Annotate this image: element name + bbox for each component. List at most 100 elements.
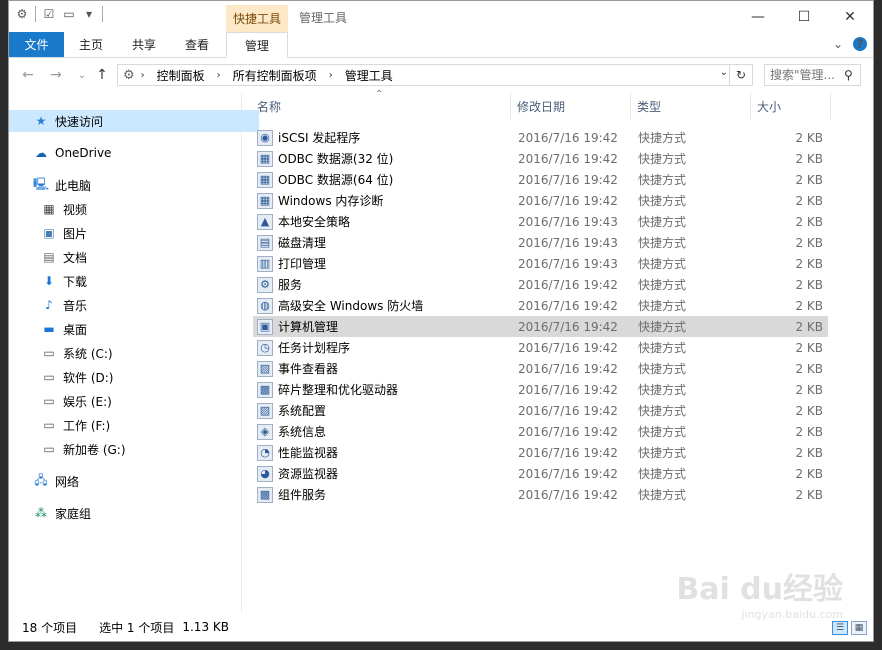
file-name: Windows 内存诊断 xyxy=(278,194,384,208)
column-header-name[interactable]: 名称 xyxy=(257,93,281,119)
file-row[interactable]: ▦ Windows 内存诊断 2016/7/16 19:42 快捷方式 2 KB xyxy=(253,190,828,211)
file-row[interactable]: ▣ 计算机管理 2016/7/16 19:42 快捷方式 2 KB xyxy=(253,316,828,337)
file-row[interactable]: ◈ 系统信息 2016/7/16 19:42 快捷方式 2 KB xyxy=(253,421,828,442)
large-icons-view-icon[interactable]: ▦ xyxy=(851,621,867,635)
file-name-cell: ▦ ODBC 数据源(32 位) xyxy=(257,148,393,169)
expand-ribbon-icon[interactable]: ⌄ xyxy=(833,37,843,51)
file-date: 2016/7/16 19:43 xyxy=(518,256,618,271)
search-icon[interactable]: ⚲ xyxy=(844,68,853,82)
file-row[interactable]: ◔ 性能监视器 2016/7/16 19:42 快捷方式 2 KB xyxy=(253,442,828,463)
tab-share[interactable]: 共享 xyxy=(118,32,170,57)
properties-icon[interactable]: ⚙ xyxy=(15,6,29,22)
file-size: 2 KB xyxy=(795,130,823,145)
new-folder-icon[interactable]: ▭ xyxy=(62,6,76,22)
close-icon[interactable]: ✕ xyxy=(827,1,873,32)
file-date: 2016/7/16 19:42 xyxy=(518,445,618,460)
nav-item-homegroup[interactable]: ⁂ 家庭组 xyxy=(9,502,259,524)
nav-item-quick-access[interactable]: ★ 快速访问 xyxy=(9,110,259,132)
nav-item-label: 家庭组 xyxy=(55,506,92,521)
help-icon[interactable]: ? xyxy=(853,37,867,51)
file-row[interactable]: ◷ 任务计划程序 2016/7/16 19:42 快捷方式 2 KB xyxy=(253,337,828,358)
tab-home[interactable]: 主页 xyxy=(65,32,117,57)
nav-item-label: 工作 (F:) xyxy=(63,418,111,433)
file-name: 系统配置 xyxy=(278,404,327,418)
nav-item-pictures[interactable]: ▣ 图片 xyxy=(9,222,267,244)
details-view-icon[interactable]: ☰ xyxy=(832,621,848,635)
file-size: 2 KB xyxy=(795,319,823,334)
search-input[interactable] xyxy=(765,67,844,83)
minimize-icon[interactable]: — xyxy=(735,1,781,32)
search-box[interactable]: ⚲ xyxy=(764,64,861,86)
file-name-cell: ▦ ODBC 数据源(64 位) xyxy=(257,169,393,190)
file-row[interactable]: ▨ 系统配置 2016/7/16 19:42 快捷方式 2 KB xyxy=(253,400,828,421)
file-size: 2 KB xyxy=(795,298,823,313)
file-row[interactable]: ◕ 资源监视器 2016/7/16 19:42 快捷方式 2 KB xyxy=(253,463,828,484)
column-header-size[interactable]: 大小 xyxy=(757,93,781,119)
address-dropdown-icon[interactable]: ⌄ xyxy=(720,67,728,78)
column-separator[interactable] xyxy=(630,93,631,119)
file-row[interactable]: ▦ ODBC 数据源(64 位) 2016/7/16 19:42 快捷方式 2 KB xyxy=(253,169,828,190)
nav-item-drive-e[interactable]: ▭ 娱乐 (E:) xyxy=(9,390,267,412)
file-type: 快捷方式 xyxy=(638,194,687,208)
nav-item-downloads[interactable]: ⬇ 下载 xyxy=(9,270,267,292)
breadcrumb-item[interactable]: 控制面板 xyxy=(157,67,205,84)
shortcut-icon: ◕ xyxy=(257,465,273,482)
file-row[interactable]: ▲ 本地安全策略 2016/7/16 19:43 快捷方式 2 KB xyxy=(253,211,828,232)
breadcrumb-item[interactable]: 所有控制面板项 xyxy=(233,67,317,84)
nav-item-onedrive[interactable]: ☁ OneDrive xyxy=(9,142,259,164)
file-row[interactable]: ▩ 碎片整理和优化驱动器 2016/7/16 19:42 快捷方式 2 KB xyxy=(253,379,828,400)
maximize-icon[interactable]: ☐ xyxy=(781,1,827,32)
nav-item-drive-c[interactable]: ▭ 系统 (C:) xyxy=(9,342,267,364)
breadcrumb-item[interactable]: 管理工具 xyxy=(345,67,393,84)
file-size: 2 KB xyxy=(795,256,823,271)
file-row[interactable]: ▧ 事件查看器 2016/7/16 19:42 快捷方式 2 KB xyxy=(253,358,828,379)
nav-item-this-pc[interactable]: 🖳 此电脑 xyxy=(9,174,259,196)
file-date: 2016/7/16 19:42 xyxy=(518,466,618,481)
file-row[interactable]: ▥ 打印管理 2016/7/16 19:43 快捷方式 2 KB xyxy=(253,253,828,274)
nav-item-label: 桌面 xyxy=(63,322,88,337)
file-row[interactable]: ▤ 磁盘清理 2016/7/16 19:43 快捷方式 2 KB xyxy=(253,232,828,253)
column-header-type[interactable]: 类型 xyxy=(637,93,661,119)
column-separator[interactable] xyxy=(510,93,511,119)
file-name-cell: ▣ 计算机管理 xyxy=(257,316,338,337)
chevron-down-icon[interactable]: ▾ xyxy=(82,6,96,22)
drive-icon: ▭ xyxy=(43,346,55,360)
refresh-icon[interactable]: ↻ xyxy=(729,65,752,85)
nav-item-desktop[interactable]: ▬ 桌面 xyxy=(9,318,267,340)
forward-icon[interactable]: → xyxy=(47,66,65,84)
file-name: 服务 xyxy=(278,278,303,292)
nav-item-drive-d[interactable]: ▭ 软件 (D:) xyxy=(9,366,267,388)
nav-item-network[interactable]: 🖧 网络 xyxy=(9,470,259,492)
file-date: 2016/7/16 19:42 xyxy=(518,172,618,187)
tab-file[interactable]: 文件 xyxy=(9,32,64,57)
document-icon: ▤ xyxy=(43,250,55,264)
file-row[interactable]: ⚙ 服务 2016/7/16 19:42 快捷方式 2 KB xyxy=(253,274,828,295)
file-size: 2 KB xyxy=(795,424,823,439)
video-icon: ▦ xyxy=(43,202,55,216)
nav-item-music[interactable]: ♪ 音乐 xyxy=(9,294,267,316)
shortcut-icon: ▨ xyxy=(257,402,273,419)
back-icon[interactable]: ← xyxy=(19,66,37,84)
shortcut-icon: ◔ xyxy=(257,444,273,461)
column-separator[interactable] xyxy=(750,93,751,119)
column-separator[interactable] xyxy=(830,93,831,119)
tab-manage[interactable]: 管理 xyxy=(226,32,288,58)
view-switcher: ☰ ▦ xyxy=(832,621,867,635)
up-icon[interactable]: ↑ xyxy=(93,66,111,84)
file-row[interactable]: ▦ ODBC 数据源(32 位) 2016/7/16 19:42 快捷方式 2 KB xyxy=(253,148,828,169)
nav-item-videos[interactable]: ▦ 视频 xyxy=(9,198,267,220)
file-row[interactable]: ▩ 组件服务 2016/7/16 19:42 快捷方式 2 KB xyxy=(253,484,828,505)
column-header-date[interactable]: 修改日期 xyxy=(517,93,565,119)
file-name: 碎片整理和优化驱动器 xyxy=(278,383,399,397)
nav-item-drive-g[interactable]: ▭ 新加卷 (G:) xyxy=(9,438,267,460)
address-bar[interactable]: ⚙ › 控制面板 › 所有控制面板项 › 管理工具 ⌄ ↻ xyxy=(117,64,753,86)
recent-chevron-icon[interactable]: ⌄ xyxy=(73,66,91,84)
file-row[interactable]: ◉ iSCSI 发起程序 2016/7/16 19:42 快捷方式 2 KB xyxy=(253,127,828,148)
checkbox-icon[interactable]: ☑ xyxy=(42,6,56,22)
file-row[interactable]: ◍ 高级安全 Windows 防火墙 2016/7/16 19:42 快捷方式 2 KB xyxy=(253,295,828,316)
shortcut-icon: ◷ xyxy=(257,339,273,356)
nav-item-documents[interactable]: ▤ 文档 xyxy=(9,246,267,268)
tab-view[interactable]: 查看 xyxy=(171,32,223,57)
nav-item-drive-f[interactable]: ▭ 工作 (F:) xyxy=(9,414,267,436)
file-name-cell: ▩ 组件服务 xyxy=(257,484,326,505)
